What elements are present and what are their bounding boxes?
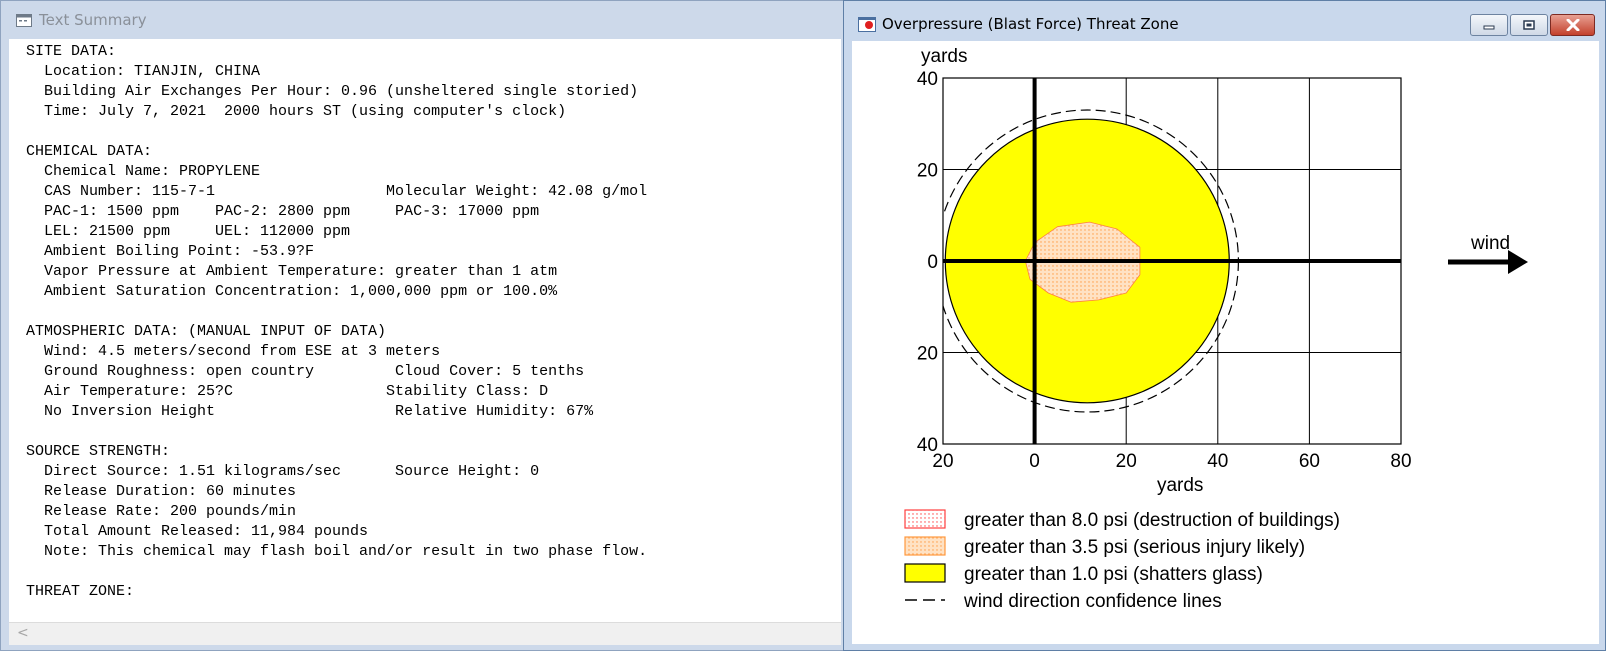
restore-icon [1523, 19, 1535, 30]
maximize-button[interactable] [1510, 14, 1548, 36]
scroll-left-icon[interactable]: < [17, 625, 29, 641]
horizontal-scrollbar[interactable]: < [9, 622, 841, 645]
legend-swatch-red [904, 509, 946, 529]
close-button[interactable] [1550, 14, 1595, 36]
x-tick-label: 80 [1390, 451, 1411, 472]
text-summary-content: SITE DATA: Location: TIANJIN, CHINA Buil… [26, 43, 648, 600]
close-icon [1566, 19, 1579, 31]
y-tick-label: 40 [917, 69, 938, 90]
x-tick-label: 20 [932, 451, 953, 472]
legend-label: greater than 8.0 psi (destruction of bui… [964, 510, 1340, 531]
legend-label: wind direction confidence lines [963, 591, 1222, 612]
wind-arrow-icon [1508, 250, 1528, 274]
minimize-icon [1483, 25, 1495, 30]
legend-label: greater than 3.5 psi (serious injury lik… [964, 537, 1305, 558]
x-tick-label: 60 [1299, 451, 1320, 472]
y-tick-label: 20 [917, 161, 938, 182]
wind-label: wind [1470, 233, 1510, 254]
threat-zone-plot: 40 20 0 20 40 20 0 20 40 60 80 yards yards wind grea… [852, 41, 1599, 644]
threat-zone-title: Overpressure (Blast Force) Threat Zone [882, 15, 1179, 33]
text-summary-title: Text Summary [39, 11, 147, 29]
legend-swatch-yellow [904, 563, 946, 583]
window-menu-icon[interactable] [15, 13, 33, 27]
legend-swatch-orange [904, 536, 946, 556]
text-summary-body[interactable]: SITE DATA: Location: TIANJIN, CHINA Buil… [9, 39, 841, 622]
y-tick-label: 0 [927, 252, 938, 273]
text-summary-titlebar[interactable]: Text Summary [1, 1, 844, 39]
text-summary-window: Text Summary SITE DATA: Location: TIANJI… [0, 0, 845, 651]
x-tick-label: 40 [1207, 451, 1228, 472]
x-tick-label: 0 [1029, 451, 1040, 472]
threat-zone-app-icon[interactable] [858, 16, 876, 32]
threat-zone-window: Overpressure (Blast Force) Threat Zone 4… [843, 0, 1606, 651]
threat-zone-chart: 40200204020 0 20 40 60 80yardsyards wind grea… [904, 46, 1528, 612]
minimize-button[interactable] [1470, 14, 1508, 36]
x-tick-label: 20 [1116, 451, 1137, 472]
y-axis-title: yards [921, 46, 967, 67]
x-axis-title: yards [1157, 475, 1203, 496]
legend-label: greater than 1.0 psi (shatters glass) [964, 564, 1263, 585]
y-tick-label: 20 [917, 344, 938, 365]
